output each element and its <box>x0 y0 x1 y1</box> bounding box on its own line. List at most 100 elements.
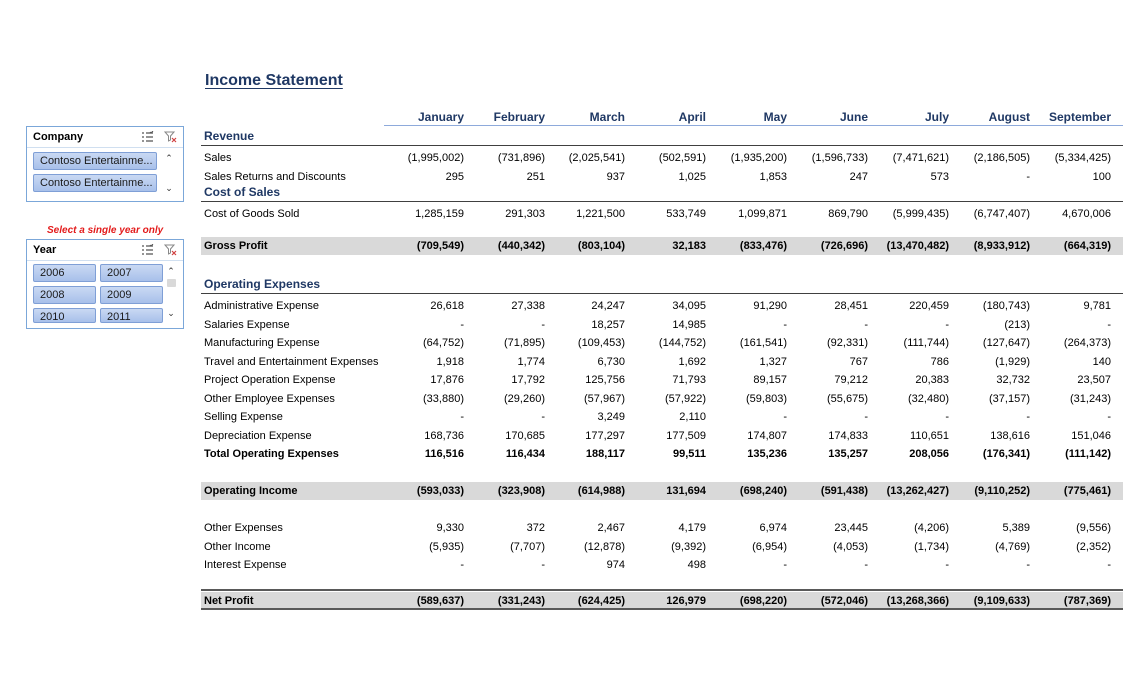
row-label: Sales Returns and Discounts <box>204 171 346 183</box>
cell-value: (64,752) <box>423 337 464 349</box>
cell-value: (55,675) <box>827 393 868 405</box>
cell-value: - <box>945 411 949 423</box>
cell-value: - <box>945 559 949 571</box>
cell-value: 295 <box>445 171 464 183</box>
slicer-item-2009[interactable]: 2009 <box>100 286 163 304</box>
cell-value: 1,327 <box>759 356 787 368</box>
row-manufacturing: Manufacturing Expense (64,752) (71,895) (10… <box>201 334 1123 353</box>
cell-value: 14,985 <box>672 319 706 331</box>
slicer-item-company-1[interactable]: Contoso Entertainme... <box>33 152 157 170</box>
cell-value: 126,979 <box>666 595 706 607</box>
cell-value: (502,591) <box>658 152 706 164</box>
cell-value: - <box>783 559 787 571</box>
slicer-item-2011[interactable]: 2011 <box>100 308 163 323</box>
year-slicer[interactable]: Year 2006 2007 2008 2009 2010 2011 ⌃ ⌄ <box>26 239 184 329</box>
cell-value: (1,734) <box>914 541 949 553</box>
row-label: Operating Income <box>204 485 298 497</box>
cell-value: 100 <box>1092 171 1111 183</box>
cell-value: 26,618 <box>430 300 464 312</box>
cell-value: 17,792 <box>511 374 545 386</box>
cell-value: - <box>1026 171 1030 183</box>
row-operating-income: Operating Income (593,033) (323,908) (614,9… <box>201 482 1123 500</box>
cell-value: 151,046 <box>1071 430 1111 442</box>
cell-value: 32,732 <box>996 374 1030 386</box>
cell-value: - <box>864 319 868 331</box>
slicer-item-company-2[interactable]: Contoso Entertainme... <box>33 174 157 192</box>
slicer-item-2007[interactable]: 2007 <box>100 264 163 282</box>
cell-value: (664,319) <box>1063 240 1111 252</box>
cell-value: 1,285,159 <box>415 208 464 220</box>
slicer-item-2010[interactable]: 2010 <box>33 308 96 323</box>
cell-value: 23,445 <box>834 522 868 534</box>
cell-value: (6,954) <box>752 541 787 553</box>
cell-value: (8,933,912) <box>973 240 1030 252</box>
month-header: March <box>589 110 625 124</box>
row-admin: Administrative Expense 26,618 27,338 24,247… <box>201 297 1123 316</box>
cell-value: 135,236 <box>747 448 787 460</box>
cell-value: 174,833 <box>828 430 868 442</box>
row-other-expenses: Other Expenses 9,330 372 2,467 4,179 6,974 23,… <box>201 519 1123 538</box>
cell-value: (13,268,366) <box>886 595 949 607</box>
cell-value: (5,935) <box>429 541 464 553</box>
cell-value: 34,095 <box>672 300 706 312</box>
cell-value: 372 <box>526 522 545 534</box>
multi-select-icon[interactable] <box>141 130 154 143</box>
scroll-down-icon[interactable]: ⌄ <box>163 182 175 194</box>
scroll-up-icon[interactable]: ⌃ <box>163 152 175 164</box>
month-header: January <box>417 110 464 124</box>
cell-value: (31,243) <box>1070 393 1111 405</box>
cell-value: 2,110 <box>679 411 706 423</box>
month-header-row: January February March April May June Ju… <box>201 106 1123 126</box>
cell-value: 9,781 <box>1083 300 1111 312</box>
cell-value: (6,747,407) <box>973 208 1030 220</box>
company-slicer[interactable]: Company Contoso Entertainme... Contoso E… <box>26 126 184 202</box>
cell-value: 23,507 <box>1077 374 1111 386</box>
cell-value: (264,373) <box>1063 337 1111 349</box>
clear-filter-icon[interactable] <box>163 244 177 256</box>
cell-value: 220,459 <box>909 300 949 312</box>
multi-select-icon[interactable] <box>141 243 154 256</box>
cell-value: 27,338 <box>511 300 545 312</box>
cell-value: 573 <box>930 171 949 183</box>
month-header: April <box>678 110 706 124</box>
row-label: Other Income <box>204 541 271 553</box>
cell-value: (9,109,633) <box>973 595 1030 607</box>
cell-value: 138,616 <box>990 430 1030 442</box>
month-header: July <box>924 110 949 124</box>
year-slicer-scrollbar[interactable]: ⌃ ⌄ <box>165 263 179 323</box>
cell-value: (731,896) <box>497 152 545 164</box>
company-slicer-scrollbar[interactable]: ⌃ ⌄ <box>163 150 177 196</box>
cell-value: (13,470,482) <box>886 240 949 252</box>
cell-value: (92,331) <box>827 337 868 349</box>
cell-value: (591,438) <box>820 485 868 497</box>
month-header: May <box>763 110 787 124</box>
cell-value: (71,895) <box>504 337 545 349</box>
cell-value: 110,651 <box>910 430 949 442</box>
cell-value: 174,807 <box>747 430 787 442</box>
cell-value: - <box>1026 559 1030 571</box>
cell-value: (593,033) <box>416 485 464 497</box>
slicer-item-2008[interactable]: 2008 <box>33 286 96 304</box>
cell-value: 28,451 <box>834 300 868 312</box>
scroll-down-icon[interactable]: ⌄ <box>165 307 177 319</box>
cell-value: 1,853 <box>759 171 787 183</box>
cell-value: 125,756 <box>585 374 625 386</box>
net-profit-bottom-rule <box>201 608 1123 610</box>
cell-value: (59,803) <box>746 393 787 405</box>
cell-value: (7,707) <box>510 541 545 553</box>
cell-value: - <box>1107 559 1111 571</box>
row-label: Gross Profit <box>204 240 268 252</box>
cell-value: 498 <box>687 559 706 571</box>
cell-value: (7,471,621) <box>892 152 949 164</box>
cell-value: (9,392) <box>671 541 706 553</box>
scroll-up-icon[interactable]: ⌃ <box>165 265 177 277</box>
clear-filter-icon[interactable] <box>163 131 177 143</box>
scroll-thumb[interactable] <box>167 279 176 287</box>
slicer-item-2006[interactable]: 2006 <box>33 264 96 282</box>
cell-value: 6,730 <box>597 356 625 368</box>
cell-value: - <box>945 319 949 331</box>
cell-value: (803,104) <box>577 240 625 252</box>
cell-value: (833,476) <box>739 240 787 252</box>
net-profit-top-rule <box>201 589 1123 591</box>
cell-value: 99,511 <box>672 448 706 460</box>
